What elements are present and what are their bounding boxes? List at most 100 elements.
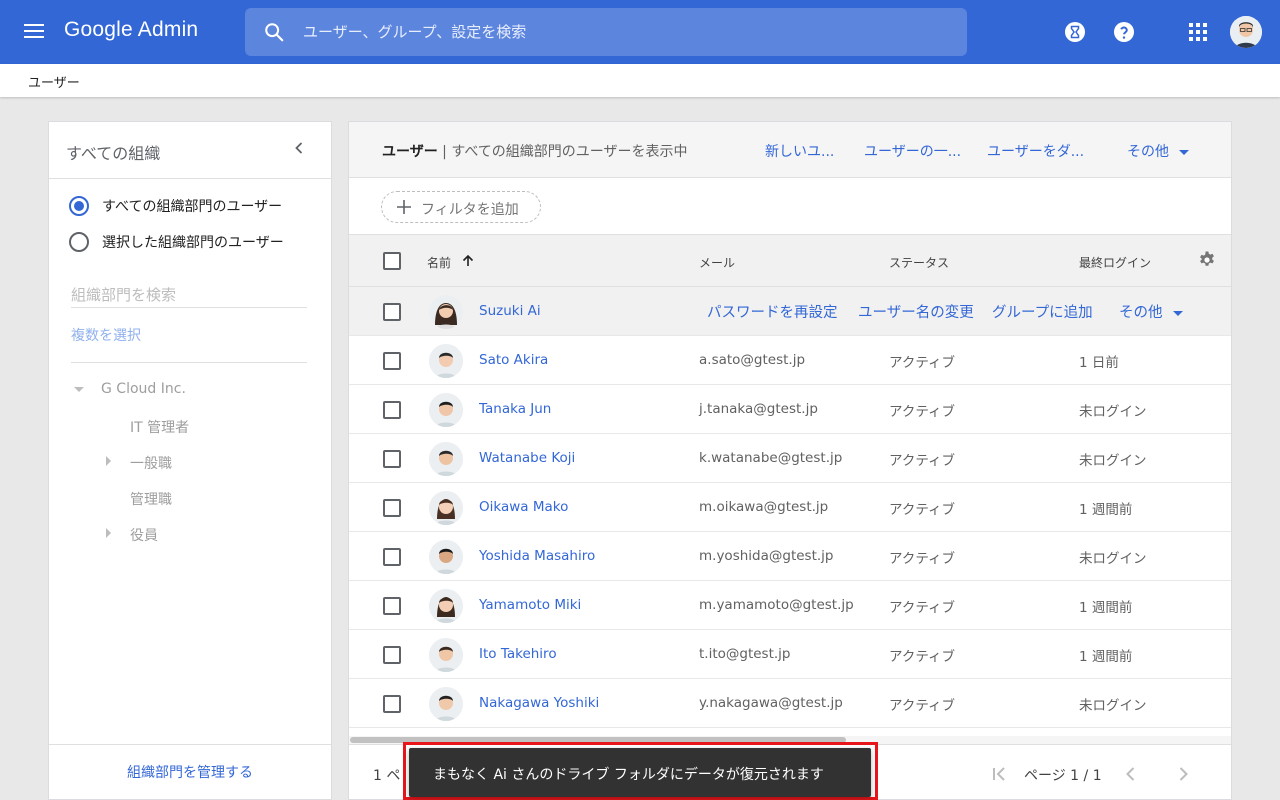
users-panel: ユーザー | すべての組織部門のユーザーを表示中 新しいユ... ユーザーの一.… xyxy=(348,121,1232,800)
user-name-link[interactable]: Sato Akira xyxy=(479,352,548,368)
download-users-link[interactable]: ユーザーをダ... xyxy=(987,141,1084,161)
row-checkbox[interactable] xyxy=(383,401,401,419)
arrow-up-icon[interactable] xyxy=(461,254,475,268)
row-checkbox[interactable] xyxy=(383,303,401,321)
user-last-login: 1 週間前 xyxy=(1079,649,1133,665)
chevron-right-icon[interactable] xyxy=(1173,764,1193,784)
org-sidebar: すべての組織 すべての組織部門のユーザー 選択した組織部門のユーザー 複数を選択… xyxy=(48,121,332,800)
menu-icon[interactable] xyxy=(24,24,44,40)
user-name-link[interactable]: Tanaka Jun xyxy=(479,401,551,417)
table-row[interactable]: Watanabe Koji k.watanabe@gtest.jp アクティブ 未ログ… xyxy=(349,434,1231,483)
app-brand[interactable]: Google Admin xyxy=(64,18,198,42)
row-checkbox[interactable] xyxy=(383,450,401,468)
user-status: アクティブ xyxy=(889,453,956,469)
user-last-login: 未ログイン xyxy=(1079,698,1147,714)
row-checkbox[interactable] xyxy=(383,352,401,370)
table-row-hovered[interactable]: Suzuki Ai パスワードを再設定 ユーザー名の変更 グループに追加 その他 xyxy=(349,287,1231,336)
user-avatar xyxy=(429,295,463,329)
manage-org-units-link[interactable]: 組織部門を管理する xyxy=(49,762,331,782)
radio-selected-org-users[interactable]: 選択した組織部門のユーザー xyxy=(69,230,284,254)
snackbar-message: まもなく Ai さんのドライブ フォルダにデータが復元されます xyxy=(433,767,824,783)
org-search-input[interactable] xyxy=(71,282,307,308)
user-status: アクティブ xyxy=(889,355,956,371)
add-to-group-button[interactable]: グループに追加 xyxy=(992,301,1093,322)
row-checkbox[interactable] xyxy=(383,646,401,664)
table-row[interactable]: Sato Akira a.sato@gtest.jp アクティブ 1 日前 xyxy=(349,336,1231,385)
more-actions-menu[interactable]: その他 xyxy=(1127,141,1189,161)
tree-item-manager[interactable]: 管理職 xyxy=(130,489,172,509)
column-header-email[interactable]: メール xyxy=(699,254,735,271)
select-all-checkbox[interactable] xyxy=(383,252,401,270)
table-row[interactable]: Yoshida Masahiro m.yoshida@gtest.jp アクティブ 未… xyxy=(349,532,1231,581)
table-row[interactable]: Tanaka Jun j.tanaka@gtest.jp アクティブ 未ログイン xyxy=(349,385,1231,434)
table-row[interactable]: Ito Takehiro t.ito@gtest.jp アクティブ 1 週間前 xyxy=(349,630,1231,679)
gear-icon[interactable] xyxy=(1197,250,1217,270)
row-checkbox[interactable] xyxy=(383,695,401,713)
user-avatar xyxy=(429,687,463,721)
row-checkbox[interactable] xyxy=(383,597,401,615)
tree-item-it-admin[interactable]: IT 管理者 xyxy=(130,417,189,437)
user-last-login: 未ログイン xyxy=(1079,551,1147,567)
column-header-name[interactable]: 名前 xyxy=(427,254,451,271)
caret-right-icon[interactable] xyxy=(106,456,111,466)
radio-button[interactable] xyxy=(69,232,89,252)
apps-icon[interactable] xyxy=(1186,20,1210,44)
user-status: アクティブ xyxy=(889,502,956,518)
row-more-label: その他 xyxy=(1119,305,1163,321)
add-filter-label: フィルタを追加 xyxy=(421,202,519,218)
radio-button-checked[interactable] xyxy=(69,196,89,216)
user-name-link[interactable]: Watanabe Koji xyxy=(479,450,575,466)
radio-label: すべての組織部門のユーザー xyxy=(102,199,283,215)
user-name-link[interactable]: Yamamoto Miki xyxy=(479,597,581,613)
rename-user-button[interactable]: ユーザー名の変更 xyxy=(858,301,974,322)
chevron-left-icon[interactable] xyxy=(291,140,307,156)
caret-down-icon[interactable] xyxy=(74,387,84,392)
user-status: アクティブ xyxy=(889,600,956,616)
account-avatar[interactable] xyxy=(1230,16,1262,48)
column-header-status[interactable]: ステータス xyxy=(889,254,949,271)
user-name-link[interactable]: Ito Takehiro xyxy=(479,646,557,662)
table-row[interactable]: Yamamoto Miki m.yamamoto@gtest.jp アクティブ 1 週… xyxy=(349,581,1231,630)
hourglass-icon[interactable] xyxy=(1063,20,1087,44)
row-checkbox[interactable] xyxy=(383,499,401,517)
first-page-icon[interactable] xyxy=(989,764,1011,784)
user-avatar xyxy=(429,638,463,672)
add-filter-button[interactable]: フィルタを追加 xyxy=(381,191,541,223)
add-new-user-link[interactable]: 新しいユ... xyxy=(765,141,834,161)
sidebar-title: すべての組織 xyxy=(66,144,161,163)
table-row[interactable]: Oikawa Mako m.oikawa@gtest.jp アクティブ 1 週間前 xyxy=(349,483,1231,532)
more-actions-label: その他 xyxy=(1127,144,1169,160)
user-name-link[interactable]: Nakagawa Yoshiki xyxy=(479,695,599,711)
search-bar[interactable] xyxy=(245,8,967,56)
breadcrumb[interactable]: ユーザー xyxy=(28,72,80,91)
tree-item-executive[interactable]: 役員 xyxy=(130,525,158,545)
radio-all-org-users[interactable]: すべての組織部門のユーザー xyxy=(69,194,282,218)
help-icon[interactable] xyxy=(1112,20,1136,44)
user-email: k.watanabe@gtest.jp xyxy=(699,450,843,466)
tree-item-root[interactable]: G Cloud Inc. xyxy=(101,381,186,397)
plus-icon xyxy=(397,200,411,214)
row-checkbox[interactable] xyxy=(383,548,401,566)
user-name-link[interactable]: Suzuki Ai xyxy=(479,303,541,319)
row-more-menu[interactable]: その他 xyxy=(1119,301,1183,322)
dropdown-arrow-icon xyxy=(1172,310,1183,316)
divider xyxy=(49,744,331,745)
column-header-last-login[interactable]: 最終ログイン xyxy=(1079,254,1151,271)
user-last-login: 1 週間前 xyxy=(1079,600,1133,616)
reset-password-button[interactable]: パスワードを再設定 xyxy=(707,301,838,322)
search-input[interactable] xyxy=(303,8,943,56)
tree-item-general[interactable]: 一般職 xyxy=(130,453,172,473)
bulk-update-users-link[interactable]: ユーザーの一... xyxy=(864,141,961,161)
user-name-link[interactable]: Yoshida Masahiro xyxy=(479,548,595,564)
multi-select-link[interactable]: 複数を選択 xyxy=(71,325,141,345)
caret-right-icon[interactable] xyxy=(106,528,111,538)
panel-header: ユーザー | すべての組織部門のユーザーを表示中 新しいユ... ユーザーの一.… xyxy=(349,122,1231,178)
user-avatar xyxy=(429,393,463,427)
divider xyxy=(71,362,307,363)
search-icon[interactable] xyxy=(263,21,285,43)
user-last-login: 1 日前 xyxy=(1079,355,1119,371)
user-name-link[interactable]: Oikawa Mako xyxy=(479,499,568,515)
table-row[interactable]: Nakagawa Yoshiki y.nakagawa@gtest.jp アクティブ… xyxy=(349,679,1231,728)
chevron-left-icon[interactable] xyxy=(1121,764,1141,784)
panel-title: ユーザー | すべての組織部門のユーザーを表示中 xyxy=(382,141,688,161)
